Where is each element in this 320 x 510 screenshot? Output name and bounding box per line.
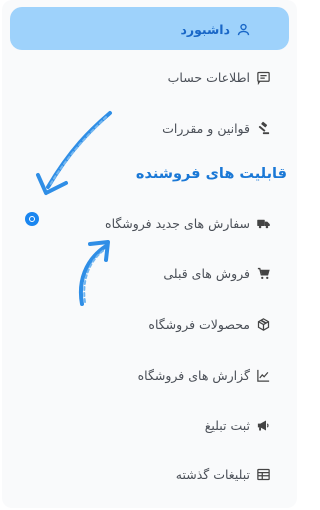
sidebar-item-label: قوانین و مقررات bbox=[162, 120, 250, 136]
gavel-icon bbox=[256, 121, 271, 136]
annotation-dot bbox=[25, 212, 39, 226]
sidebar-item-previous-sales[interactable]: فروش های قبلی bbox=[163, 262, 271, 284]
sidebar-item-label: تبلیغات گذشته bbox=[175, 466, 250, 482]
message-icon bbox=[256, 70, 271, 85]
box-icon bbox=[256, 317, 271, 332]
sidebar-item-label: سفارش های جدید فروشگاه bbox=[105, 215, 250, 231]
truck-icon bbox=[256, 216, 271, 231]
megaphone-icon bbox=[256, 418, 271, 433]
sidebar-item-reports[interactable]: گزارش های فروشگاه bbox=[138, 364, 271, 386]
sidebar-item-rules[interactable]: قوانین و مقررات bbox=[162, 117, 271, 139]
sidebar-item-label: محصولات فروشگاه bbox=[148, 316, 250, 332]
sidebar-item-account-info[interactable]: اطلاعات حساب bbox=[168, 66, 271, 88]
annotation-arrow-down-left bbox=[36, 111, 112, 195]
sidebar-item-label: اطلاعات حساب bbox=[167, 69, 250, 85]
sidebar: داشبورد اطلاعات حساب قوانین و مقررات قاب… bbox=[2, 0, 297, 508]
table-icon bbox=[256, 467, 271, 482]
sidebar-item-products[interactable]: محصولات فروشگاه bbox=[148, 313, 271, 335]
section-title-seller-features: قابلیت های فروشنده bbox=[135, 166, 287, 182]
sidebar-item-label: فروش های قبلی bbox=[163, 265, 250, 281]
sidebar-item-past-ads[interactable]: تبلیغات گذشته bbox=[176, 463, 271, 485]
sidebar-item-submit-ad[interactable]: ثبت تبلیغ bbox=[205, 414, 271, 436]
chart-line-icon bbox=[256, 368, 271, 383]
sidebar-item-label: داشبورد bbox=[180, 21, 230, 37]
cart-icon bbox=[256, 266, 271, 281]
annotation-arrow-up-right bbox=[78, 240, 110, 306]
sidebar-item-dashboard[interactable]: داشبورد bbox=[180, 18, 251, 40]
sidebar-item-label: گزارش های فروشگاه bbox=[137, 367, 250, 383]
sidebar-item-label: ثبت تبلیغ bbox=[204, 417, 250, 433]
user-icon bbox=[236, 22, 251, 37]
sidebar-item-new-orders[interactable]: سفارش های جدید فروشگاه bbox=[105, 212, 271, 234]
